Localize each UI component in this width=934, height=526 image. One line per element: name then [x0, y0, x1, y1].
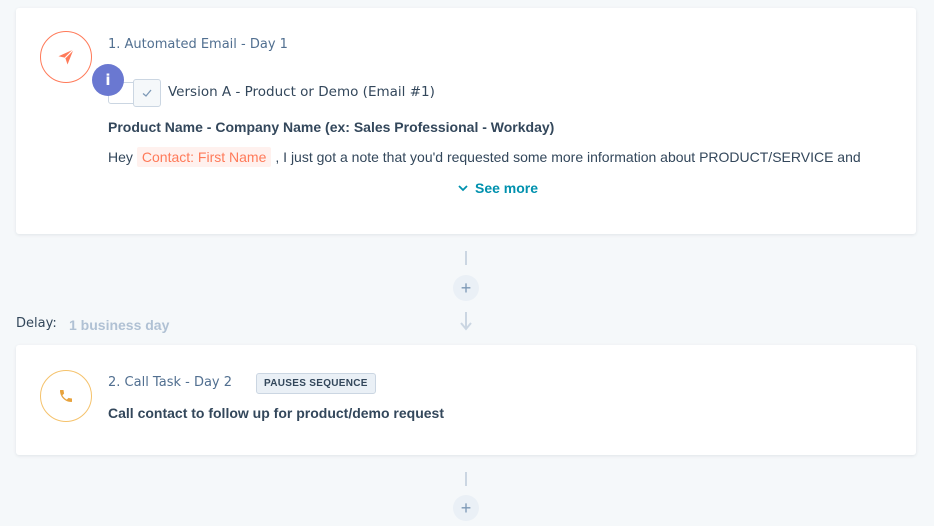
see-more-label: See more: [475, 180, 539, 196]
see-more-link[interactable]: See more: [457, 180, 538, 196]
delay-label: Delay:: [16, 316, 57, 331]
body-suffix: , I just got a note that you'd requested…: [275, 149, 861, 165]
chevron-down-icon: [458, 185, 468, 192]
connector-line: [465, 251, 467, 265]
email-body-preview: Hey Contact: First Name , I just got a n…: [108, 147, 861, 167]
version-checkbox[interactable]: [133, 79, 161, 107]
check-icon: [142, 89, 152, 97]
connector-line: [465, 472, 467, 486]
personalization-token: Contact: First Name: [136, 147, 272, 167]
step-title: 1. Automated Email - Day 1: [108, 37, 288, 52]
arrow-down-icon: [460, 312, 472, 331]
add-step-button[interactable]: +: [453, 275, 479, 301]
plus-icon: +: [460, 277, 472, 298]
email-subject: Product Name - Company Name (ex: Sales P…: [108, 119, 555, 135]
body-prefix: Hey: [108, 149, 133, 165]
phone-icon: [60, 390, 72, 402]
task-description: Call contact to follow up for product/de…: [108, 405, 445, 421]
info-icon[interactable]: i: [92, 64, 124, 96]
call-step-icon-circle: [40, 370, 92, 422]
plus-icon: +: [460, 497, 472, 518]
step-title: 2. Call Task - Day 2: [108, 375, 233, 390]
delay-value[interactable]: 1 business day: [69, 317, 169, 333]
call-task-step-card[interactable]: 2. Call Task - Day 2 PAUSES SEQUENCE Cal…: [16, 345, 916, 455]
paper-plane-icon: [58, 49, 74, 65]
email-step-card[interactable]: 1. Automated Email - Day 1 i Version A -…: [16, 8, 916, 234]
pauses-sequence-badge: PAUSES SEQUENCE: [256, 373, 376, 394]
version-label: Version A - Product or Demo (Email #1): [168, 84, 435, 100]
add-step-button[interactable]: +: [453, 495, 479, 521]
email-step-icon-circle: [40, 31, 92, 83]
